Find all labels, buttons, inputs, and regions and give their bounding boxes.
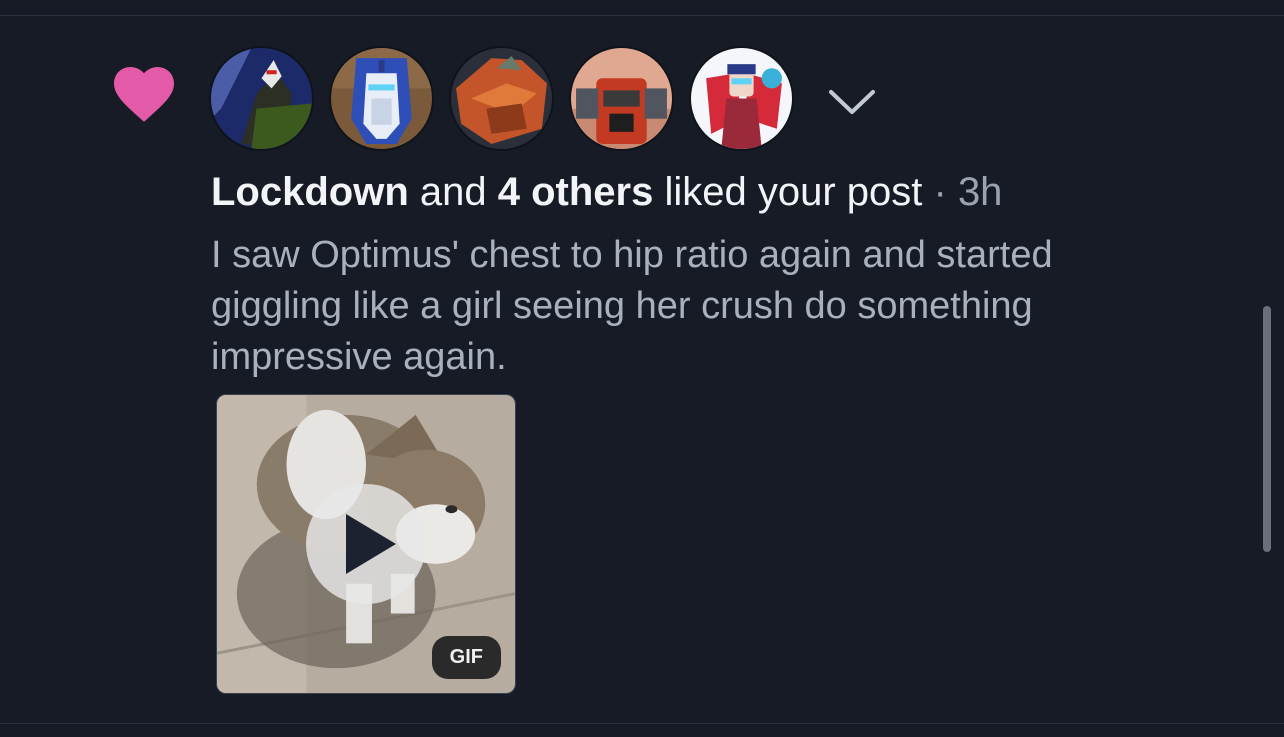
actor-name[interactable]: Lockdown bbox=[211, 170, 409, 214]
scrollbar[interactable] bbox=[1263, 306, 1271, 552]
bottom-divider bbox=[0, 723, 1284, 724]
avatar[interactable] bbox=[569, 46, 674, 151]
avatar[interactable] bbox=[689, 46, 794, 151]
play-icon bbox=[346, 514, 396, 574]
timestamp: · 3h bbox=[922, 170, 1003, 214]
post-text[interactable]: I saw Optimus' chest to hip ratio again … bbox=[211, 230, 1171, 383]
top-divider bbox=[0, 15, 1284, 16]
play-button[interactable] bbox=[306, 484, 426, 604]
gif-badge: GIF bbox=[431, 636, 501, 679]
avatar[interactable] bbox=[449, 46, 554, 151]
liker-avatars bbox=[209, 46, 794, 151]
chevron-down-icon[interactable] bbox=[826, 84, 878, 118]
avatar[interactable] bbox=[209, 46, 314, 151]
others-count[interactable]: 4 others bbox=[498, 170, 654, 214]
connector-text: and bbox=[408, 170, 498, 214]
heart-icon bbox=[114, 67, 174, 122]
gif-thumbnail[interactable]: GIF bbox=[216, 394, 516, 694]
avatar[interactable] bbox=[329, 46, 434, 151]
notification-headline: Lockdown and 4 others liked your post · … bbox=[211, 170, 1002, 215]
action-text: liked your post bbox=[653, 170, 923, 214]
